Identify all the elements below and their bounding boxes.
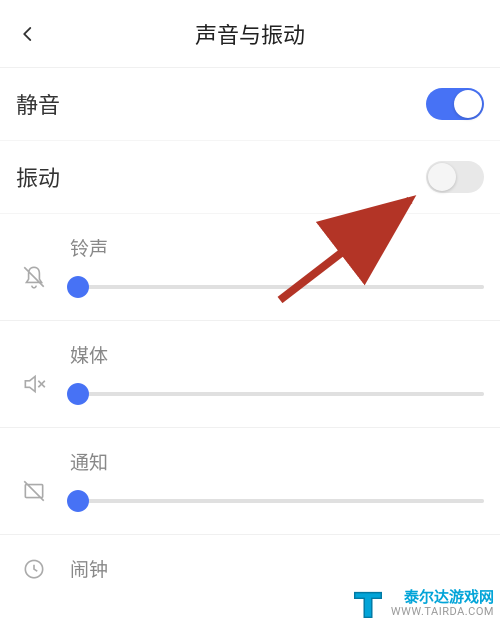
notification-section: 通知 — [0, 428, 500, 535]
notification-label: 通知 — [70, 448, 484, 475]
bell-muted-icon — [16, 264, 52, 290]
notification-slider[interactable] — [70, 499, 484, 503]
alarm-icon — [16, 555, 52, 581]
page-title: 声音与振动 — [195, 18, 305, 50]
notification-muted-icon — [16, 478, 52, 504]
speaker-muted-icon — [16, 371, 52, 397]
watermark-url: WWW.TAIRDA.COM — [391, 606, 494, 619]
vibrate-label: 振动 — [16, 161, 60, 193]
media-label: 媒体 — [70, 341, 484, 368]
notification-slider-thumb[interactable] — [67, 490, 89, 512]
mute-row: 静音 — [0, 68, 500, 141]
alarm-label: 闹钟 — [70, 555, 484, 582]
back-button[interactable] — [12, 18, 44, 50]
media-slider-thumb[interactable] — [67, 383, 89, 405]
chevron-left-icon — [19, 25, 37, 43]
ringtone-label: 铃声 — [70, 234, 484, 261]
ringtone-slider-thumb[interactable] — [67, 276, 89, 298]
ringtone-slider[interactable] — [70, 285, 484, 289]
vibrate-toggle[interactable] — [426, 161, 484, 193]
vibrate-row: 振动 — [0, 141, 500, 214]
media-slider[interactable] — [70, 392, 484, 396]
mute-label: 静音 — [16, 88, 60, 120]
alarm-section: 闹钟 — [0, 535, 500, 592]
media-section: 媒体 — [0, 321, 500, 428]
mute-toggle[interactable] — [426, 88, 484, 120]
ringtone-section: 铃声 — [0, 214, 500, 321]
header: 声音与振动 — [0, 0, 500, 68]
